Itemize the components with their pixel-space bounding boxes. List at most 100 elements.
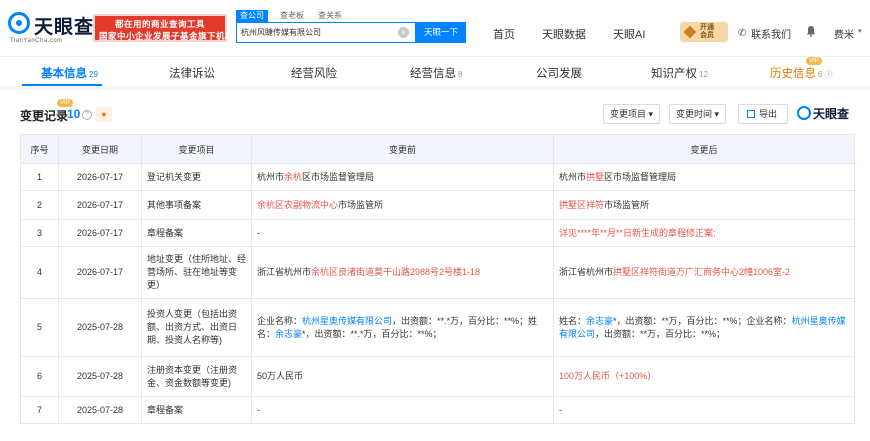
section-title: 变更记录 bbox=[20, 109, 69, 123]
export-button[interactable]: 导出 bbox=[738, 104, 788, 124]
cell-text: 50万人民币 bbox=[257, 371, 304, 381]
entity-link[interactable]: 余志豪 bbox=[586, 316, 613, 326]
table-row: 4 2026-07-17 地址变更（住所地址、经营场所、驻在地址等变更） 浙江省杭州市… bbox=[20, 246, 855, 299]
cell-item: 其他事项备案 bbox=[141, 190, 252, 220]
table-row: 7 2025-07-28 章程备案 - - bbox=[20, 396, 855, 424]
cell-text: 市场监管所 bbox=[338, 199, 384, 210]
col-header-item: 变更项目 bbox=[141, 134, 252, 164]
col-header-after: 变更后 bbox=[553, 134, 855, 164]
cell-text: 拱墅区祥符街道万广汇商务中心2幢1006室-2 bbox=[613, 267, 791, 277]
logo[interactable]: 天眼查 TianYanCha.com bbox=[8, 10, 93, 46]
cell-text: 拱墅区祥符 bbox=[559, 199, 605, 210]
chevron-down-icon[interactable]: ▾ bbox=[858, 27, 862, 35]
tianyancha-logo-icon bbox=[797, 106, 811, 120]
cell-text: 姓名： bbox=[559, 315, 587, 326]
cell-text: 余杭区农副物流中心 bbox=[257, 199, 339, 210]
cell-before: 50万人民币 bbox=[251, 356, 554, 397]
search-input[interactable]: 杭州风睫传媒有限公司 bbox=[236, 22, 416, 43]
change-records-table: 序号 变更日期 变更项目 变更前 变更后 1 2026-07-17 登记机关变更 杭州… bbox=[20, 134, 855, 424]
cell-before: 余杭区农副物流中心市场监管所 bbox=[251, 190, 554, 220]
entity-link[interactable]: 杭州星奥传媒有限公司 bbox=[302, 316, 392, 326]
tab-basic-info[interactable]: 基本信息 29 bbox=[41, 65, 98, 81]
record-count: 10 bbox=[67, 107, 81, 121]
nav-home[interactable]: 首页 bbox=[493, 26, 515, 42]
cell-no: 7 bbox=[20, 396, 59, 424]
help-icon: ⓘ bbox=[824, 70, 833, 79]
change-records-panel: VIP 变更记录 10 ? ● 变更项目 ▾ 变更时间 ▾ 导出 天眼查 序号 … bbox=[0, 90, 870, 441]
open-vip-button[interactable]: 开通 会员 bbox=[680, 22, 728, 42]
tab-legal[interactable]: 法律诉讼 bbox=[169, 65, 215, 81]
cell-before: 浙江省杭州市余杭区良渚街道莫干山路2988号2号楼1-18 bbox=[251, 246, 554, 299]
contact-us-link[interactable]: 联系我们 bbox=[751, 26, 791, 41]
cell-no: 1 bbox=[20, 163, 59, 191]
clear-icon[interactable]: × bbox=[398, 27, 409, 38]
cell-date: 2026-07-17 bbox=[58, 219, 142, 247]
top-header: 天眼查 TianYanCha.com 都在用的商业查询工具 国家中小企业发展子基… bbox=[0, 0, 870, 56]
nav-data[interactable]: 天眼数据 bbox=[542, 26, 586, 42]
tab-search-relation[interactable]: 查关系 bbox=[318, 10, 342, 22]
cell-before: - bbox=[251, 219, 554, 247]
tab-development[interactable]: 公司发展 bbox=[536, 65, 582, 81]
cell-date: 2025-07-28 bbox=[58, 396, 142, 424]
help-icon[interactable]: ? bbox=[82, 110, 92, 120]
nav-ai[interactable]: 天眼AI bbox=[613, 26, 645, 42]
col-header-before: 变更前 bbox=[251, 134, 554, 164]
col-header-no: 序号 bbox=[20, 134, 59, 164]
brand-text: 天眼查 bbox=[813, 107, 850, 121]
cell-no: 4 bbox=[20, 246, 59, 299]
cell-item: 地址变更（住所地址、经营场所、驻在地址等变更） bbox=[141, 246, 252, 299]
cell-text: 市场监管所 bbox=[604, 199, 650, 210]
cell-before: 企业名称：杭州星奥传媒有限公司，出资额：**.*万，百分比：**%；姓名：余志豪… bbox=[251, 298, 554, 357]
phone-icon: ✆ bbox=[738, 28, 747, 39]
cell-text: - bbox=[257, 227, 260, 238]
cell-text: 浙江省杭州市 bbox=[257, 267, 312, 277]
tab-risk[interactable]: 经营风险 bbox=[291, 65, 337, 81]
promo-line-1: 都在用的商业查询工具 bbox=[114, 19, 205, 29]
cell-after: 杭州市拱墅区市场监督管理局 bbox=[553, 163, 855, 191]
cell-item: 章程备案 bbox=[141, 396, 252, 424]
cell-after: 姓名：余志豪*，出资额：**万，百分比：**%；企业名称：杭州星奥传媒有限公司，… bbox=[553, 298, 855, 357]
cell-text: - bbox=[257, 404, 260, 415]
cell-no: 5 bbox=[20, 298, 59, 357]
cell-text: 详见****年**月**日新生成的章程修正案; bbox=[559, 227, 716, 238]
bell-icon[interactable] bbox=[806, 25, 816, 37]
search-button[interactable]: 天眼一下 bbox=[416, 22, 466, 43]
alert-icon[interactable]: ● bbox=[96, 107, 112, 122]
tab-history[interactable]: 历史信息 6 ⓘ bbox=[770, 65, 832, 81]
cell-after: 拱墅区祥符市场监管所 bbox=[553, 190, 855, 220]
section-tabs: 基本信息 29 法律诉讼 经营风险 经营信息 8 公司发展 知识产权 12 历史信息 6… bbox=[0, 56, 870, 86]
table-row: 6 2025-07-28 注册资本变更（注册资金、资金数额等变更) 50万人民币 100… bbox=[20, 356, 855, 397]
cell-date: 2026-07-17 bbox=[58, 190, 142, 220]
cell-text: 100万人民币（+100%） bbox=[559, 371, 657, 381]
cell-date: 2026-07-17 bbox=[58, 163, 142, 191]
tab-operation[interactable]: 经营信息 8 bbox=[410, 65, 462, 81]
cell-after: 详见****年**月**日新生成的章程修正案; bbox=[553, 219, 855, 247]
diamond-icon bbox=[683, 25, 697, 39]
filter-time-dropdown[interactable]: 变更时间 ▾ bbox=[669, 104, 727, 124]
page: 天眼查 TianYanCha.com 都在用的商业查询工具 国家中小企业发展子基… bbox=[0, 0, 870, 441]
tab-search-company[interactable]: 查公司 bbox=[236, 10, 268, 22]
cell-after: - bbox=[553, 396, 855, 424]
filter-item-dropdown[interactable]: 变更项目 ▾ bbox=[603, 104, 661, 124]
cell-after: 100万人民币（+100%） bbox=[553, 356, 855, 397]
cell-text: 杭州市 bbox=[257, 171, 285, 182]
cell-date: 2025-07-28 bbox=[58, 298, 142, 357]
cell-text: *，出资额：**万，百分比：**%；企业名称： bbox=[613, 315, 792, 326]
promo-banner: 都在用的商业查询工具 国家中小企业发展子基金旗下机构 bbox=[93, 14, 234, 42]
cell-item: 投资人变更（包括出资额、出资方式、出资日期、投资人名称等) bbox=[141, 298, 252, 357]
table-row: 5 2025-07-28 投资人变更（包括出资额、出资方式、出资日期、投资人名称等)… bbox=[20, 298, 855, 357]
cell-text: ，出资额：**万，百分比：**%； bbox=[595, 328, 726, 339]
cell-no: 3 bbox=[20, 219, 59, 247]
cell-text: 余杭区良渚街道莫干山路2988号2号楼1-18 bbox=[311, 267, 481, 277]
cell-no: 2 bbox=[20, 190, 59, 220]
entity-link[interactable]: 余志豪 bbox=[275, 329, 302, 339]
cell-text: - bbox=[559, 404, 562, 415]
table-body: 1 2026-07-17 登记机关变更 杭州市余杭区市场监督管理局 杭州市拱墅区市场监督… bbox=[20, 163, 855, 424]
vip-label: 开通 会员 bbox=[700, 24, 714, 39]
table-row: 2 2026-07-17 其他事项备案 余杭区农副物流中心市场监管所 拱墅区祥符市场监管… bbox=[20, 190, 855, 220]
tab-search-boss[interactable]: 查老板 bbox=[280, 10, 304, 22]
user-name[interactable]: 费米 bbox=[834, 26, 854, 41]
tab-ip[interactable]: 知识产权 12 bbox=[651, 65, 708, 81]
cell-no: 6 bbox=[20, 356, 59, 397]
cell-after: 浙江省杭州市拱墅区祥符街道万广汇商务中心2幢1006室-2 bbox=[553, 246, 855, 299]
